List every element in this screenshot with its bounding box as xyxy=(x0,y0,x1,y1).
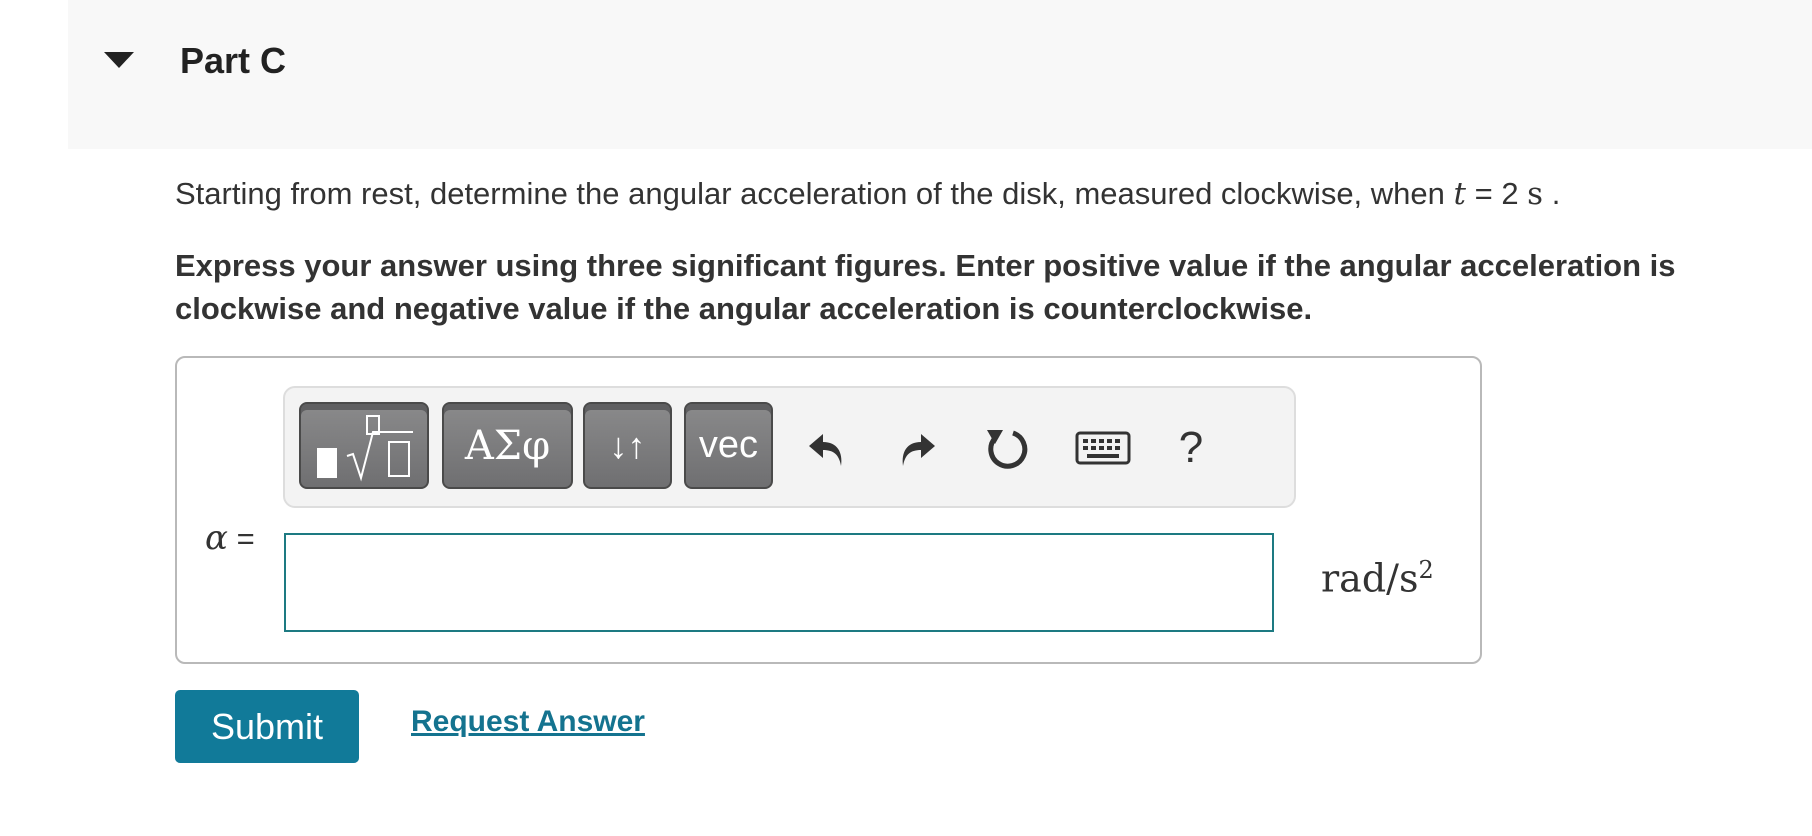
submit-button[interactable]: Submit xyxy=(175,690,359,763)
time-unit: s xyxy=(1527,176,1544,212)
alpha-symbol: α xyxy=(205,518,228,558)
part-title: Part C xyxy=(180,40,287,81)
unit-main: rad/s xyxy=(1321,556,1419,601)
math-toolbar: ΑΣφ ↓↑ vec ? xyxy=(283,386,1296,508)
question-body: Starting from rest, determine the angula… xyxy=(175,176,1454,211)
redo-icon[interactable] xyxy=(887,418,947,478)
help-button[interactable]: ? xyxy=(1161,418,1221,478)
keyboard-icon[interactable] xyxy=(1063,418,1143,478)
templates-button[interactable] xyxy=(299,402,429,489)
caret-down-icon[interactable] xyxy=(104,52,134,68)
time-variable: t xyxy=(1453,176,1466,212)
question-end: . xyxy=(1543,176,1561,211)
unit-exponent: 2 xyxy=(1418,556,1434,584)
answer-equals: = xyxy=(227,521,255,556)
answer-input[interactable] xyxy=(284,533,1274,632)
undo-icon[interactable] xyxy=(797,418,857,478)
reset-icon[interactable] xyxy=(977,418,1037,478)
vector-button[interactable]: vec xyxy=(684,402,773,489)
templates-icon xyxy=(317,414,413,482)
answer-label: α = xyxy=(205,518,255,558)
answer-units: rad/s2 xyxy=(1321,556,1434,601)
instruction-text: Express your answer using three signific… xyxy=(175,248,1676,326)
greek-symbols-button[interactable]: ΑΣφ xyxy=(442,402,573,489)
part-header[interactable]: Part C xyxy=(68,0,1812,149)
question-text: Starting from rest, determine the angula… xyxy=(175,176,1560,212)
arrows-button[interactable]: ↓↑ xyxy=(583,402,672,489)
time-equals: = 2 xyxy=(1465,176,1528,211)
answer-box: ΑΣφ ↓↑ vec ? α = rad/s2 xyxy=(175,356,1482,664)
request-answer-link[interactable]: Request Answer xyxy=(411,705,645,739)
